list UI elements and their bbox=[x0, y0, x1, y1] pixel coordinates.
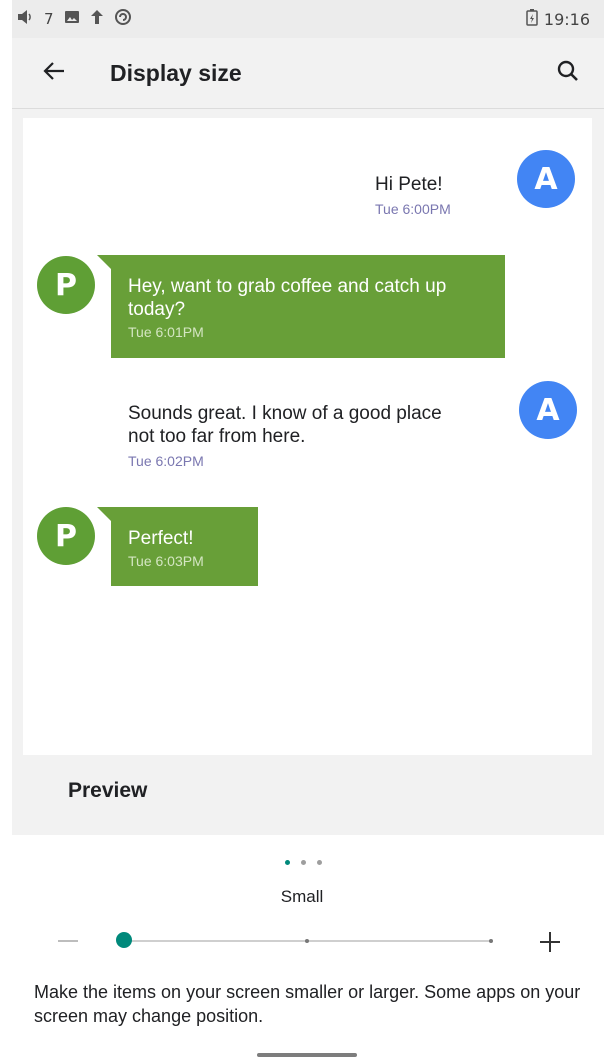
status-bar: 7 19:16 bbox=[12, 0, 604, 38]
size-label: Small bbox=[280, 887, 324, 906]
message-time: Tue 6:02PM bbox=[128, 453, 204, 469]
volume-icon bbox=[16, 9, 34, 29]
minus-icon bbox=[58, 940, 78, 942]
page-dot-active[interactable] bbox=[285, 860, 290, 865]
bubble-tail bbox=[97, 507, 111, 521]
slider-tick bbox=[305, 939, 309, 943]
message-time: Tue 6:01PM bbox=[128, 324, 204, 340]
avatar-a: A bbox=[517, 150, 575, 208]
size-slider-row bbox=[0, 920, 604, 964]
bubble-tail bbox=[97, 255, 111, 269]
sync-icon bbox=[114, 8, 132, 30]
decrease-size-button[interactable] bbox=[54, 926, 82, 956]
preview-label: Preview bbox=[68, 779, 148, 802]
message-text: Hi Pete! bbox=[375, 174, 443, 195]
search-button[interactable] bbox=[544, 49, 592, 97]
page-indicator[interactable] bbox=[285, 860, 322, 865]
message-time: Tue 6:03PM bbox=[128, 553, 204, 569]
page-title: Display size bbox=[110, 59, 242, 86]
battery-icon bbox=[526, 8, 538, 30]
description-text: Make the items on your screen smaller or… bbox=[34, 982, 581, 1026]
message-bubble: Perfect! Tue 6:03PM bbox=[111, 507, 258, 586]
avatar-p: P bbox=[37, 256, 95, 314]
back-button[interactable] bbox=[28, 47, 80, 99]
slider-thumb[interactable] bbox=[116, 932, 132, 948]
message-text: Sounds great. I know of a good place not… bbox=[128, 403, 442, 447]
avatar-p: P bbox=[37, 507, 95, 565]
image-icon bbox=[64, 9, 80, 29]
arrow-back-icon bbox=[43, 61, 65, 86]
page-dot[interactable] bbox=[317, 860, 322, 865]
increase-size-button[interactable] bbox=[534, 926, 566, 958]
message-text: Perfect! bbox=[128, 528, 194, 549]
preview-area: A Hi Pete! Tue 6:00PM P Hey, want to gra… bbox=[12, 109, 604, 835]
app-bar: Display size bbox=[12, 38, 604, 109]
status-time: 19:16 bbox=[543, 9, 590, 29]
message-bubble: Hey, want to grab coffee and catch up to… bbox=[111, 255, 505, 358]
preview-card[interactable]: A Hi Pete! Tue 6:00PM P Hey, want to gra… bbox=[23, 118, 592, 755]
upload-arrow-icon bbox=[90, 9, 104, 29]
avatar-a: A bbox=[519, 381, 577, 439]
notification-count: 7 bbox=[44, 10, 54, 28]
navigation-handle[interactable] bbox=[257, 1053, 357, 1057]
slider-tick bbox=[489, 939, 493, 943]
page-dot[interactable] bbox=[301, 860, 306, 865]
message-text: Hey, want to grab coffee and catch up to… bbox=[128, 276, 447, 320]
search-icon bbox=[557, 60, 579, 87]
message-time: Tue 6:00PM bbox=[375, 201, 451, 217]
